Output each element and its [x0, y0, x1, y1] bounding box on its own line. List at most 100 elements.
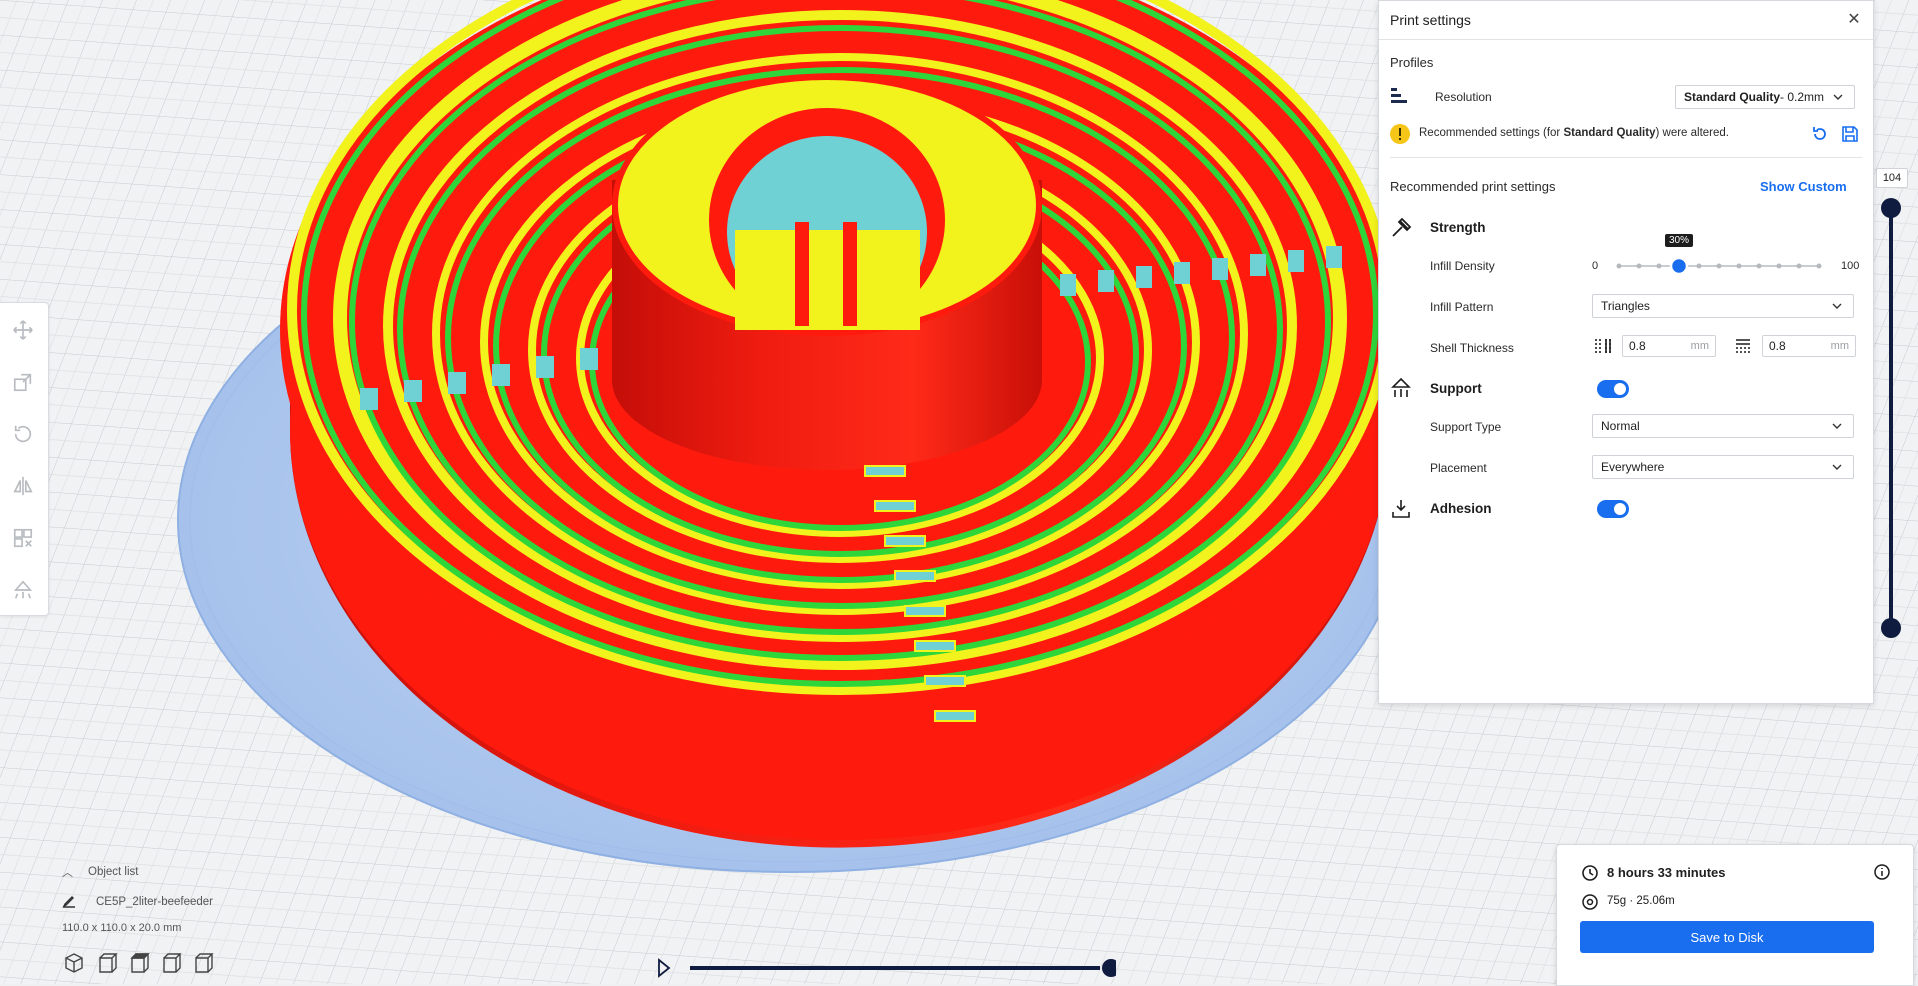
wall-thickness-field[interactable]: 0.8 mm — [1622, 335, 1716, 357]
support-type-label: Support Type — [1430, 420, 1502, 434]
layer-slider-track — [1889, 206, 1893, 626]
central-divider — [843, 222, 857, 326]
support-block — [1288, 250, 1304, 272]
chevron-down-icon — [1832, 464, 1842, 470]
alert-text-pre: Recommended settings (for — [1419, 127, 1564, 139]
simulation-timeline[interactable] — [656, 956, 1120, 980]
scale-tool-icon[interactable] — [10, 369, 36, 395]
infill-density-slider[interactable]: 30% — [1615, 225, 1823, 276]
support-block — [404, 380, 422, 402]
camera-view-buttons — [64, 952, 224, 981]
move-tool-icon[interactable] — [10, 317, 36, 343]
infill-slider-tick — [1736, 263, 1742, 269]
shell-thickness-label: Shell Thickness — [1430, 341, 1514, 355]
infill-slider-tick — [1776, 263, 1782, 269]
infill-slider-tick — [1696, 263, 1702, 269]
seam-marker — [874, 500, 916, 512]
top-bottom-thickness-unit: mm — [1830, 340, 1849, 352]
alert-text-bold: Standard Quality — [1563, 127, 1656, 139]
infill-slider-tick — [1796, 263, 1802, 269]
right-view-icon[interactable] — [195, 953, 214, 973]
adhesion-title: Adhesion — [1430, 501, 1492, 516]
print-time: 8 hours 33 minutes — [1607, 865, 1726, 880]
layer-number-field[interactable]: 104 — [1876, 168, 1908, 188]
support-type-select[interactable]: Normal — [1592, 414, 1854, 438]
infill-slider-tick — [1656, 263, 1662, 269]
layer-slider[interactable]: 104 — [1870, 168, 1918, 638]
adhesion-icon — [1390, 498, 1412, 523]
chevron-down-icon — [1832, 423, 1842, 429]
object-name[interactable]: CE5P_2liter-beefeeder — [96, 896, 213, 908]
placement-select[interactable]: Everywhere — [1592, 455, 1854, 479]
support-block — [1174, 262, 1190, 284]
hammer-icon — [1390, 217, 1412, 242]
recommended-settings-title: Recommended print settings — [1390, 179, 1556, 194]
adhesion-toggle[interactable] — [1597, 500, 1629, 518]
support-block — [580, 348, 598, 370]
infill-max-label: 100 — [1841, 260, 1860, 272]
infill-slider-handle[interactable] — [1669, 256, 1689, 276]
infill-slider-tick — [1816, 263, 1822, 269]
layer-slider-lower-handle[interactable] — [1881, 618, 1901, 638]
top-view-icon[interactable] — [130, 953, 150, 973]
support-toggle[interactable] — [1597, 380, 1629, 398]
info-icon[interactable] — [1873, 863, 1891, 886]
infill-slider-tick — [1756, 263, 1762, 269]
support-blocker-icon[interactable] — [10, 577, 36, 603]
altered-settings-message: Recommended settings (for Standard Quali… — [1419, 127, 1729, 139]
spool-icon — [1581, 893, 1599, 916]
support-block — [360, 388, 378, 410]
support-block — [1212, 258, 1228, 280]
rotate-tool-icon[interactable] — [10, 421, 36, 447]
seam-marker — [934, 710, 976, 722]
wall-thickness-icon — [1594, 337, 1612, 358]
infill-pattern-select[interactable]: Triangles — [1592, 294, 1854, 318]
object-list-toggle[interactable]: Object list — [88, 866, 139, 878]
show-custom-link[interactable]: Show Custom — [1760, 179, 1847, 194]
central-divider — [795, 222, 809, 326]
support-icon — [1390, 377, 1412, 402]
object-dimensions: 110.0 x 110.0 x 20.0 mm — [62, 922, 182, 934]
pencil-icon[interactable] — [62, 894, 76, 911]
support-block — [1098, 270, 1114, 292]
timeline-handle[interactable] — [1102, 959, 1120, 977]
resolution-label: Resolution — [1435, 90, 1492, 104]
seam-marker — [894, 570, 936, 582]
resolution-select[interactable]: Standard Quality - 0.2mm — [1675, 85, 1855, 109]
print-summary-panel: 8 hours 33 minutes 75g · 25.06m Save to … — [1556, 844, 1914, 986]
reset-icon[interactable] — [1811, 125, 1829, 146]
layer-slider-upper-handle[interactable] — [1881, 198, 1901, 218]
strength-title: Strength — [1430, 220, 1486, 235]
seam-marker — [924, 675, 966, 687]
seam-marker — [864, 465, 906, 477]
chevron-up-icon[interactable]: ︿ — [62, 864, 73, 880]
front-view-icon[interactable] — [99, 953, 118, 973]
alert-text-post: ) were altered. — [1655, 127, 1729, 139]
support-block — [1060, 274, 1076, 296]
close-icon[interactable]: ✕ — [1845, 10, 1863, 28]
support-title: Support — [1430, 381, 1482, 396]
infill-slider-tick — [1616, 263, 1622, 269]
wall-thickness-unit: mm — [1690, 340, 1709, 352]
3d-view-icon[interactable] — [65, 953, 83, 973]
material-usage: 75g · 25.06m — [1607, 895, 1675, 907]
infill-slider-tick — [1636, 263, 1642, 269]
seam-marker — [904, 605, 946, 617]
timeline-track — [690, 966, 1100, 970]
seam-marker — [884, 535, 926, 547]
mirror-tool-icon[interactable] — [10, 473, 36, 499]
save-profile-icon[interactable] — [1841, 125, 1859, 146]
support-type-value: Normal — [1601, 419, 1640, 433]
placement-value: Everywhere — [1601, 460, 1665, 474]
top-bottom-thickness-field[interactable]: 0.8 mm — [1762, 335, 1856, 357]
placement-label: Placement — [1430, 461, 1487, 475]
save-to-disk-button[interactable]: Save to Disk — [1580, 921, 1874, 953]
play-icon[interactable] — [658, 958, 671, 978]
panel-header: Print settings ✕ — [1379, 1, 1873, 40]
infill-value-tooltip: 30% — [1664, 234, 1694, 247]
print-settings-panel: Print settings ✕ Profiles Resolution Sta… — [1378, 0, 1874, 704]
left-view-icon[interactable] — [163, 953, 182, 973]
profiles-label: Profiles — [1390, 55, 1434, 70]
infill-density-label: Infill Density — [1430, 259, 1495, 273]
per-model-settings-icon[interactable] — [10, 525, 36, 551]
